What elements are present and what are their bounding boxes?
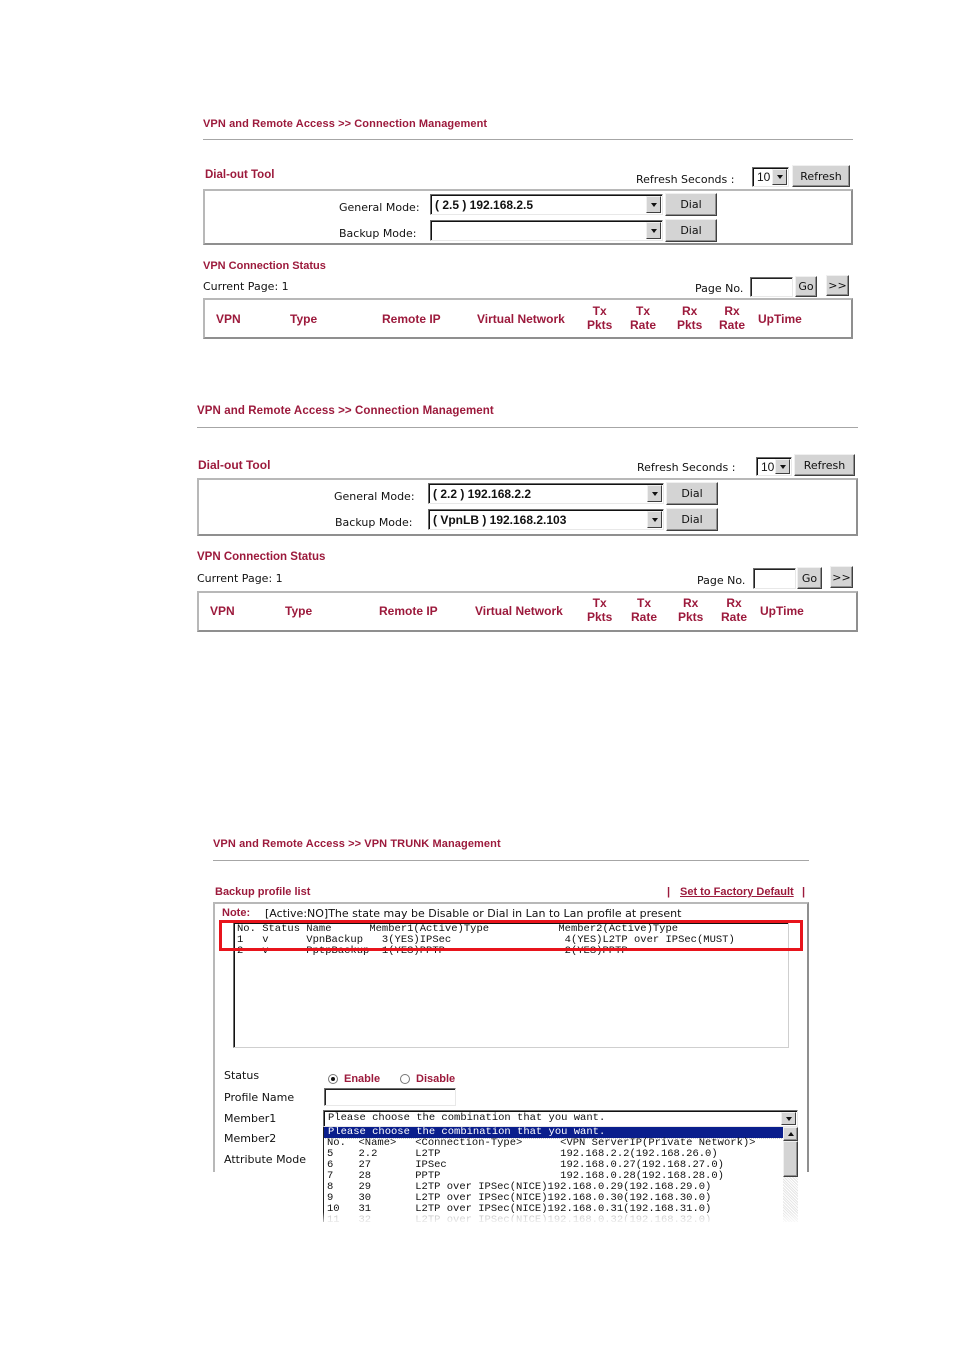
refresh-button[interactable]: Refresh — [794, 454, 855, 476]
go-button[interactable]: Go — [795, 276, 817, 297]
col-rx-pkts: Rx Pkts — [678, 596, 704, 624]
status-disable-option[interactable]: Disable — [400, 1068, 455, 1087]
current-page-label: Current Page: 1 — [203, 280, 289, 293]
divider — [213, 860, 809, 861]
attribute-mode-label: Attribute Mode — [224, 1153, 307, 1166]
breadcrumb: VPN and Remote Access >> Connection Mana… — [203, 118, 488, 130]
note-text: [Active:NO]The state may be Disable or D… — [265, 907, 682, 920]
refresh-seconds-select[interactable]: 10 — [752, 167, 789, 187]
col-rx-rate: Rx Rate — [721, 596, 748, 624]
breadcrumb: VPN and Remote Access >> Connection Mana… — [197, 405, 494, 417]
dialout-tool-title: Dial-out Tool — [205, 169, 275, 181]
chevron-up-icon — [787, 1132, 794, 1136]
divider — [197, 427, 858, 428]
col-type: Type — [285, 604, 313, 618]
general-mode-value: ( 2.5 ) 192.168.2.5 — [435, 197, 534, 212]
refresh-seconds-label: Refresh Seconds : — [636, 173, 735, 186]
backup-mode-select[interactable]: ( VpnLB ) 192.168.2.103 — [428, 509, 664, 530]
current-page-label: Current Page: 1 — [197, 572, 283, 585]
general-mode-value: ( 2.2 ) 192.168.2.2 — [433, 486, 532, 501]
col-uptime: UpTime — [760, 604, 804, 618]
page-no-label: Page No. — [697, 574, 746, 587]
col-vpn: VPN — [216, 312, 241, 326]
general-mode-label: General Mode: — [339, 201, 420, 214]
chevron-down-icon — [647, 485, 662, 502]
separator-left: | — [667, 886, 671, 898]
member1-dropdown-list[interactable]: Please choose the combination that you w… — [323, 1127, 798, 1222]
backup-mode-select[interactable] — [430, 220, 663, 241]
chevron-down-icon — [781, 1112, 796, 1125]
general-dial-button[interactable]: Dial — [666, 482, 718, 505]
profile-name-label: Profile Name — [224, 1091, 295, 1104]
highlight-box — [219, 920, 803, 951]
member1-label: Member1 — [224, 1112, 277, 1125]
col-rx-pkts: Rx Pkts — [677, 304, 703, 332]
general-mode-label: General Mode: — [334, 490, 415, 503]
status-enable-option[interactable]: Enable — [328, 1068, 380, 1087]
chevron-down-icon — [647, 511, 662, 528]
refresh-seconds-value: 10 — [757, 170, 771, 184]
enable-label: Enable — [344, 1072, 381, 1085]
col-tx-rate: Tx Rate — [631, 596, 658, 624]
note-label: Note: — [222, 907, 251, 919]
backup-mode-label: Backup Mode: — [335, 516, 413, 529]
col-vpn: VPN — [210, 604, 235, 618]
breadcrumb: VPN and Remote Access >> VPN TRUNK Manag… — [213, 838, 501, 850]
scroll-thumb[interactable] — [783, 1141, 798, 1177]
next-page-button[interactable]: >> — [830, 566, 853, 588]
col-virtual-network: Virtual Network — [475, 604, 563, 618]
col-rx-rate: Rx Rate — [719, 304, 746, 332]
chevron-down-icon — [772, 169, 787, 185]
col-tx-pkts: Tx Pkts — [587, 304, 613, 332]
refresh-seconds-value: 10 — [761, 459, 775, 474]
page-no-input[interactable] — [750, 277, 793, 297]
dropdown-scrollbar[interactable] — [783, 1127, 798, 1222]
refresh-seconds-label: Refresh Seconds : — [637, 461, 736, 474]
backup-mode-label: Backup Mode: — [339, 227, 417, 240]
backup-profile-list-title: Backup profile list — [215, 886, 311, 898]
col-remote-ip: Remote IP — [379, 604, 438, 618]
vpn-connection-status-title: VPN Connection Status — [203, 260, 326, 272]
member1-value: Please choose the combination that you w… — [328, 1112, 606, 1124]
general-dial-button[interactable]: Dial — [665, 193, 717, 216]
vpn-connection-status-title: VPN Connection Status — [197, 551, 326, 563]
set-to-factory-default-link[interactable]: Set to Factory Default — [680, 886, 794, 898]
col-remote-ip: Remote IP — [382, 312, 441, 326]
status-label: Status — [224, 1069, 260, 1082]
member2-label: Member2 — [224, 1132, 277, 1145]
col-virtual-network: Virtual Network — [477, 312, 565, 326]
radio-disable[interactable] — [400, 1073, 410, 1084]
separator-right: | — [802, 886, 806, 898]
backup-dial-button[interactable]: Dial — [666, 508, 718, 531]
general-mode-select[interactable]: ( 2.2 ) 192.168.2.2 — [428, 483, 664, 504]
next-page-button[interactable]: >> — [826, 275, 849, 296]
col-tx-rate: Tx Rate — [630, 304, 657, 332]
col-type: Type — [290, 312, 318, 326]
scroll-up-button[interactable] — [783, 1127, 798, 1141]
backup-mode-value: ( VpnLB ) 192.168.2.103 — [433, 512, 567, 527]
go-button[interactable]: Go — [797, 567, 822, 589]
fade-overlay — [323, 1212, 803, 1226]
refresh-seconds-select[interactable]: 10 — [756, 457, 792, 476]
col-uptime: UpTime — [758, 312, 802, 326]
profile-name-input[interactable] — [324, 1088, 456, 1106]
page-no-input[interactable] — [753, 568, 796, 589]
divider — [203, 139, 853, 140]
refresh-button[interactable]: Refresh — [792, 165, 850, 187]
dialout-tool-title: Dial-out Tool — [198, 458, 271, 472]
disable-label: Disable — [416, 1072, 456, 1085]
chevron-down-icon — [646, 222, 661, 239]
chevron-down-icon — [775, 459, 790, 474]
member1-select[interactable]: Please choose the combination that you w… — [323, 1110, 798, 1127]
backup-dial-button[interactable]: Dial — [665, 219, 717, 242]
col-tx-pkts: Tx Pkts — [587, 596, 613, 624]
radio-enable[interactable] — [328, 1073, 338, 1084]
chevron-down-icon — [646, 196, 661, 213]
page-no-label: Page No. — [695, 282, 744, 295]
general-mode-select[interactable]: ( 2.5 ) 192.168.2.5 — [430, 194, 663, 215]
